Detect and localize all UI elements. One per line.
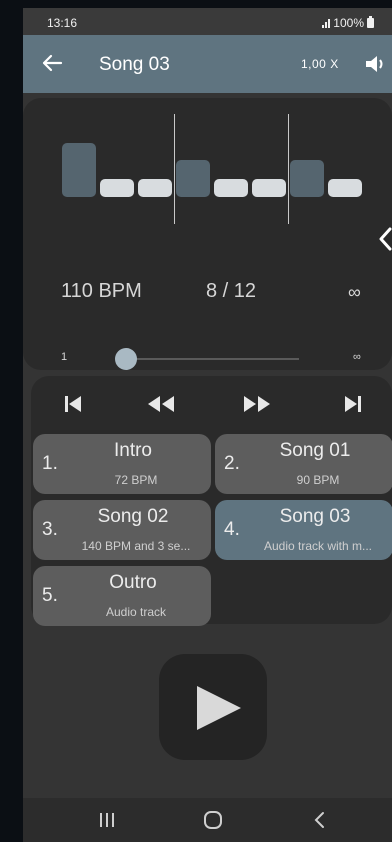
home-icon	[204, 811, 222, 829]
item-title: Song 02	[97, 506, 169, 527]
status-bar: 13:16 100%	[23, 8, 392, 35]
beat[interactable]	[100, 179, 134, 197]
fast-forward-button[interactable]	[239, 390, 275, 418]
page-title: Song 03	[99, 54, 170, 75]
repeat-count[interactable]: ∞	[348, 282, 361, 303]
speed-button[interactable]: 1,00 X	[301, 57, 339, 71]
skip-last-icon	[345, 396, 361, 412]
playlist-panel: 1. Intro 72 BPM 2. Song 01 90 BPM 3. Son…	[31, 376, 392, 626]
playlist-item-4[interactable]: 4. Song 03 Audio track with m...	[215, 500, 392, 560]
item-detail: 90 BPM	[296, 473, 340, 487]
beat-card: 110 BPM 8 / 12 ∞ 1 ∞	[23, 98, 392, 370]
beat[interactable]	[252, 179, 286, 197]
beat[interactable]	[328, 179, 362, 197]
volume-icon	[366, 56, 383, 72]
recent-apps-icon	[100, 813, 114, 827]
playlist-item-1[interactable]: 1. Intro 72 BPM	[33, 434, 211, 494]
battery-percent: 100%	[333, 16, 364, 30]
chevron-left-icon	[314, 812, 324, 828]
play-icon	[197, 686, 241, 730]
item-title: Song 03	[279, 506, 351, 527]
back-button[interactable]	[37, 48, 67, 78]
playlist-item-2[interactable]: 2. Song 01 90 BPM	[215, 434, 392, 494]
slider-max-label: ∞	[353, 351, 361, 363]
rewind-icon	[148, 396, 174, 412]
home-button[interactable]	[201, 810, 225, 830]
accent-beat[interactable]	[290, 160, 324, 197]
slider-thumb[interactable]	[115, 348, 137, 370]
nav-back-button[interactable]	[309, 810, 333, 830]
item-detail: Audio track	[105, 605, 167, 619]
item-number: 3.	[42, 519, 58, 540]
item-number: 5.	[42, 585, 58, 606]
beat-group-divider	[288, 114, 289, 224]
phone-screen: 13:16 100% Song 03 1,00 X 110 BPM 8 / 12…	[23, 8, 392, 842]
beat-group-divider	[174, 114, 175, 224]
system-nav-bar	[23, 798, 392, 842]
beat[interactable]	[214, 179, 248, 197]
app-bar: Song 03 1,00 X	[23, 35, 392, 93]
chevron-left-icon	[379, 227, 392, 251]
skip-last-button[interactable]	[335, 390, 371, 418]
status-right: 100%	[322, 16, 374, 30]
item-number: 2.	[224, 453, 240, 474]
beat-counter: 8 / 12	[206, 280, 257, 302]
slider-track[interactable]	[121, 358, 299, 360]
item-detail: Audio track with m...	[263, 539, 373, 553]
rewind-button[interactable]	[143, 390, 179, 418]
battery-icon	[367, 16, 374, 28]
skip-first-button[interactable]	[55, 390, 91, 418]
fast-forward-icon	[244, 396, 270, 412]
bpm-display[interactable]: 110 BPM	[61, 280, 142, 303]
item-detail: 72 BPM	[114, 473, 158, 487]
playlist-item-3[interactable]: 3. Song 02 140 BPM and 3 se...	[33, 500, 211, 560]
edge-panel-handle[interactable]	[377, 224, 392, 254]
playlist-item-5[interactable]: 5. Outro Audio track	[33, 566, 211, 626]
accent-beat[interactable]	[62, 143, 96, 197]
slider-min-label: 1	[61, 351, 68, 363]
beat-visualizer[interactable]	[23, 98, 392, 238]
item-detail: 140 BPM and 3 se...	[81, 539, 191, 553]
item-title: Song 01	[279, 440, 351, 461]
item-number: 1.	[42, 453, 58, 474]
recent-apps-button[interactable]	[95, 810, 119, 830]
item-title: Intro	[113, 440, 153, 461]
signal-icon	[322, 18, 331, 28]
volume-button[interactable]	[363, 51, 389, 77]
status-time: 13:16	[47, 16, 78, 30]
arrow-left-icon	[42, 54, 63, 72]
accent-beat[interactable]	[176, 160, 210, 197]
item-number: 4.	[224, 519, 240, 540]
play-button[interactable]	[159, 654, 267, 760]
skip-first-icon	[65, 396, 81, 412]
beat[interactable]	[138, 179, 172, 197]
item-title: Outro	[109, 572, 157, 593]
